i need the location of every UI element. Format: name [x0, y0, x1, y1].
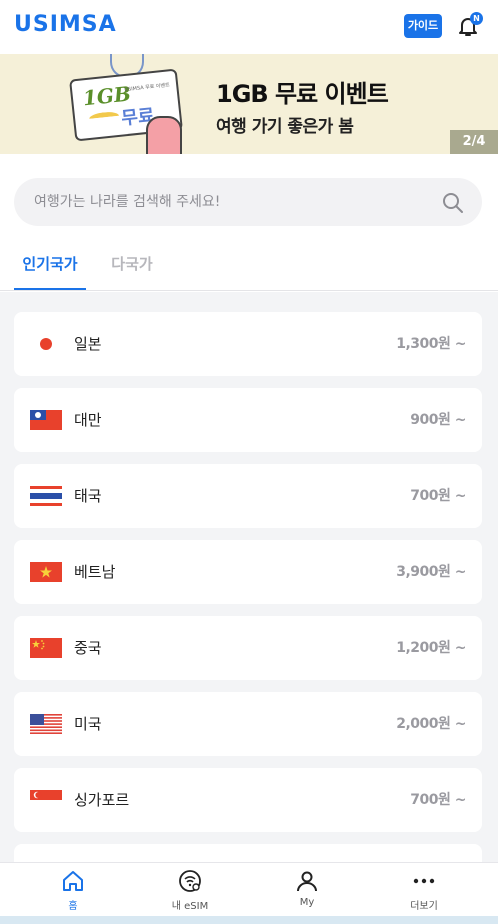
nav-home[interactable]: 홈 — [33, 863, 113, 917]
nav-my-label: My — [299, 897, 315, 908]
search-icon[interactable] — [442, 192, 464, 214]
country-card[interactable]: 베트남 3,900원 ~ — [14, 540, 482, 604]
thailand-flag-icon — [30, 486, 62, 506]
china-flag-icon — [30, 638, 62, 658]
nav-home-label: 홈 — [68, 901, 78, 912]
country-card[interactable]: 태국 700원 ~ — [14, 464, 482, 528]
search-bar[interactable]: 여행가는 나라를 검색해 주세요! — [14, 178, 482, 226]
usimsa-logo[interactable]: USIMSA — [14, 12, 117, 37]
country-name: 미국 — [74, 715, 102, 733]
country-price: 700원 ~ — [410, 488, 466, 504]
user-icon — [297, 871, 317, 892]
esim-icon — [179, 870, 201, 892]
guide-button[interactable]: 가이드 — [404, 14, 442, 38]
event-banner[interactable]: 1GB USIMSA 무료 이벤트 무료 1GB 무료 이벤트 여행 가기 좋은… — [0, 54, 498, 154]
country-price: 700원 ~ — [410, 792, 466, 808]
country-name: 대만 — [74, 411, 102, 429]
banner-subtitle: 여행 가기 좋은가 봄 — [216, 117, 354, 137]
singapore-flag-icon — [30, 790, 62, 810]
nav-more[interactable]: 더보기 — [384, 863, 464, 917]
country-price: 1,300원 ~ — [396, 336, 466, 352]
country-price: 1,200원 ~ — [396, 640, 466, 656]
banner-title: 1GB 무료 이벤트 — [216, 80, 389, 108]
search-section: 여행가는 나라를 검색해 주세요! 인기국가 다국가 — [0, 154, 498, 292]
notification-badge: N — [470, 12, 483, 25]
vietnam-flag-icon — [30, 562, 62, 582]
taiwan-flag-icon — [30, 410, 62, 430]
country-name: 베트남 — [74, 563, 116, 581]
country-name: 싱가포르 — [74, 791, 130, 809]
country-card[interactable]: 싱가포르 700원 ~ — [14, 768, 482, 832]
hand-illustration — [146, 116, 182, 154]
bottom-navigation: 홈 내 eSIM My 더보기 — [0, 862, 498, 916]
home-icon — [63, 871, 83, 891]
country-card[interactable]: 대만 900원 ~ — [14, 388, 482, 452]
tab-multi-countries[interactable]: 다국가 — [102, 244, 162, 290]
bottom-strip — [0, 916, 498, 924]
usa-flag-icon — [30, 714, 62, 734]
nav-my[interactable]: My — [267, 863, 347, 917]
japan-flag-icon — [30, 334, 62, 354]
nav-more-label: 더보기 — [410, 901, 438, 912]
more-icon — [413, 878, 435, 884]
banner-page-indicator: 2/4 — [450, 130, 498, 154]
country-name: 중국 — [74, 639, 102, 657]
nav-my-esim[interactable]: 내 eSIM — [150, 863, 230, 917]
tab-popular-countries[interactable]: 인기국가 — [14, 244, 86, 290]
country-price: 2,000원 ~ — [396, 716, 466, 732]
country-card[interactable]: 중국 1,200원 ~ — [14, 616, 482, 680]
country-name: 일본 — [74, 335, 102, 353]
country-price: 900원 ~ — [410, 412, 466, 428]
country-name: 태국 — [74, 487, 102, 505]
ticket-swoosh — [88, 110, 120, 124]
ticket-small-text: USIMSA 무료 이벤트 — [124, 82, 170, 94]
search-input[interactable]: 여행가는 나라를 검색해 주세요! — [34, 178, 220, 226]
nav-my-esim-label: 내 eSIM — [171, 901, 209, 912]
country-card[interactable]: 미국 2,000원 ~ — [14, 692, 482, 756]
country-price: 3,900원 ~ — [396, 564, 466, 580]
country-card[interactable]: 일본 1,300원 ~ — [14, 312, 482, 376]
tab-divider — [0, 290, 498, 291]
app-header: USIMSA 가이드 N — [0, 0, 498, 54]
